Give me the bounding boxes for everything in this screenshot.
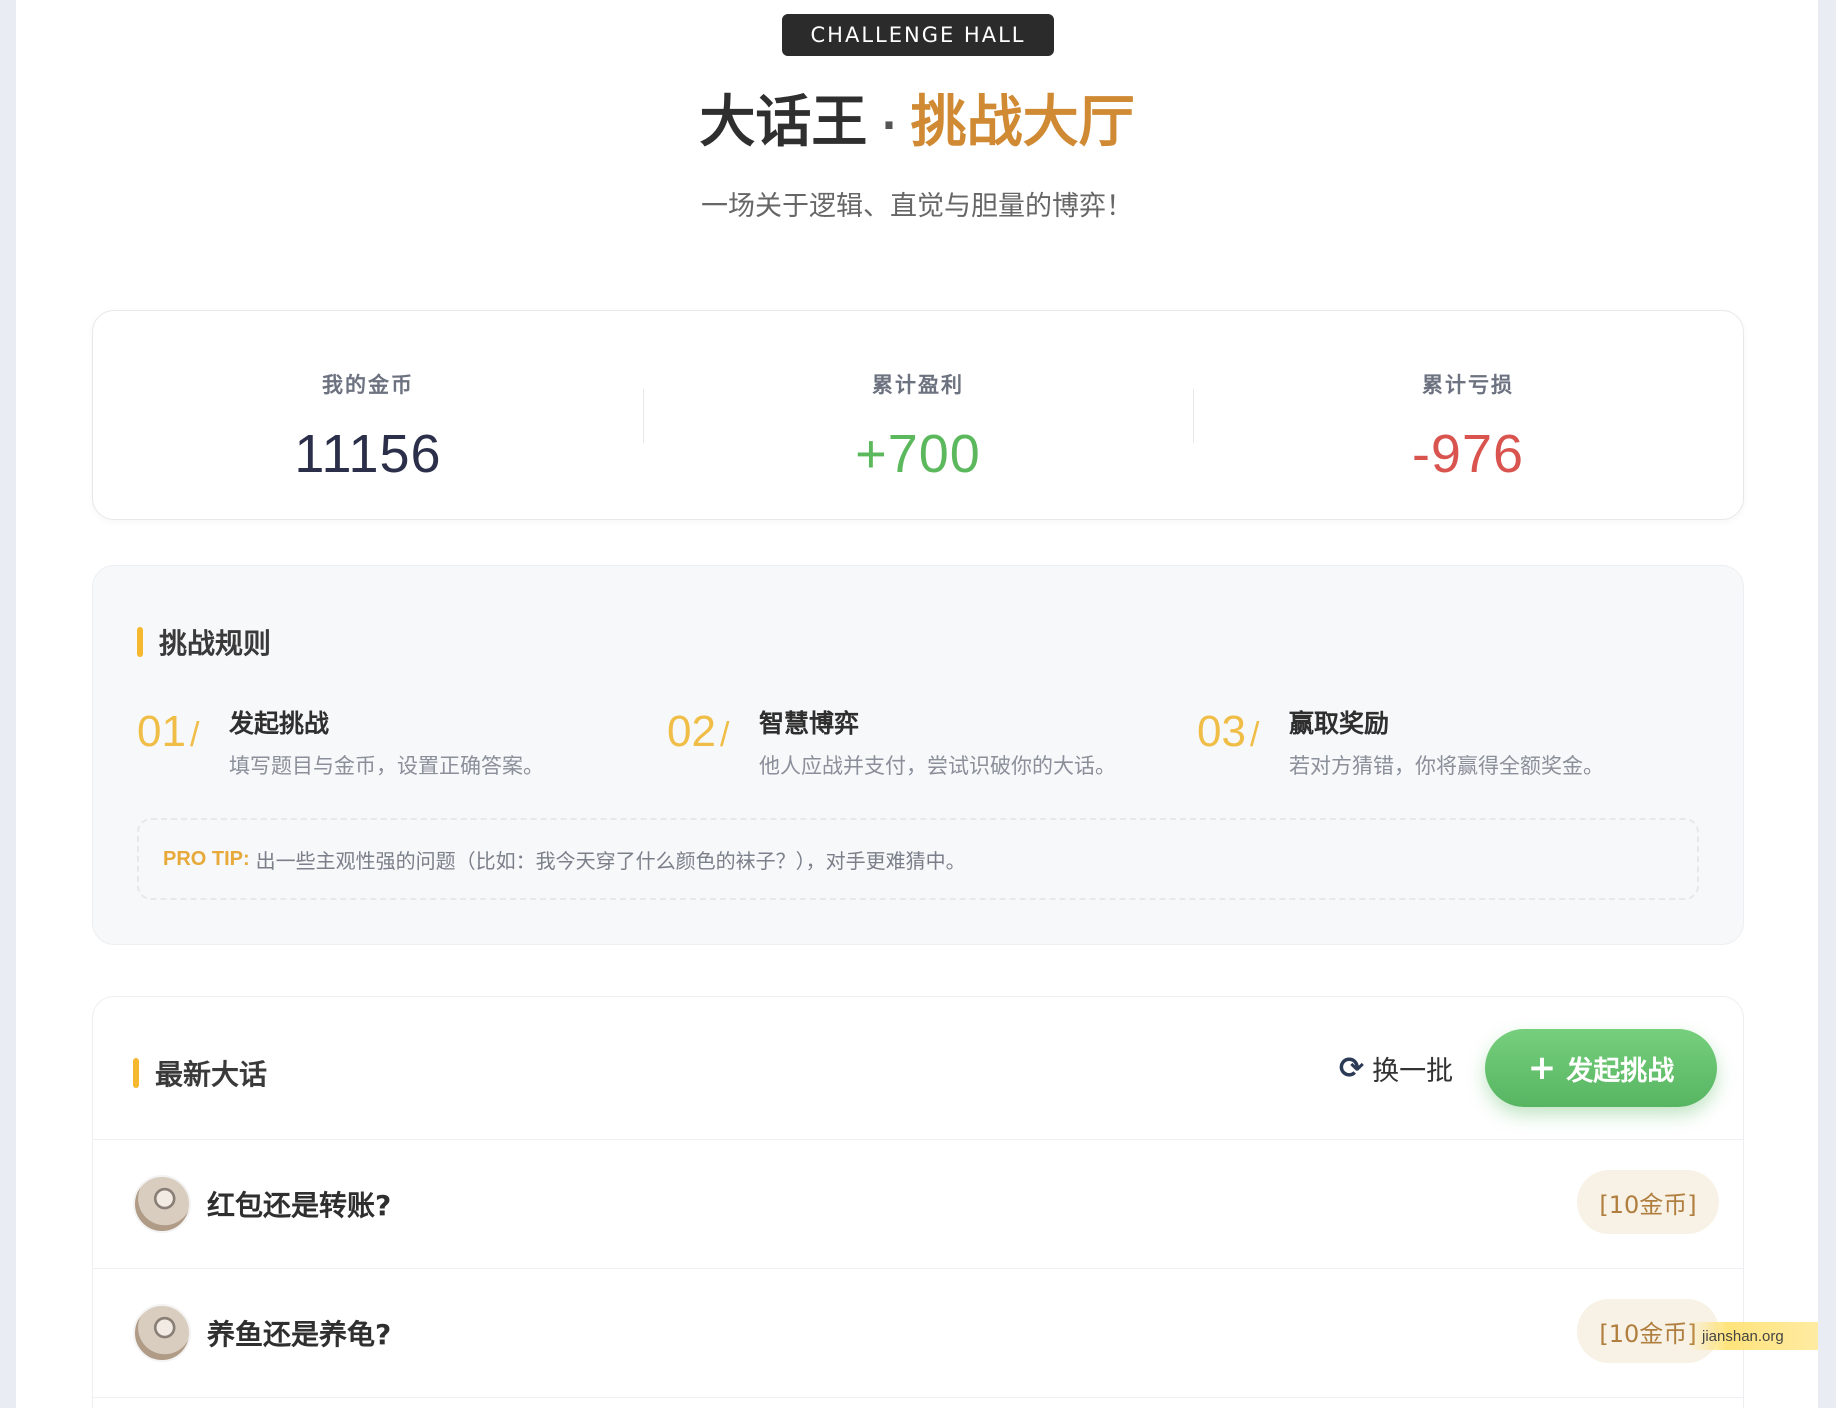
rule-title: 赢取奖励 (1289, 709, 1390, 738)
rule-title: 智慧博弈 (759, 709, 860, 738)
list-item[interactable]: 养鱼还是养龟? [10金币] (93, 1269, 1743, 1397)
list-item[interactable]: 红包还是转账? [10金币] (93, 1140, 1743, 1268)
pro-tip-text: 出一些主观性强的问题（比如：我今天穿了什么颜色的袜子？），对手更难猜中。 (255, 848, 966, 873)
latest-header: 最新大话 (133, 1053, 267, 1093)
page-subtitle: 一场关于逻辑、直觉与胆量的博弈！ (701, 191, 1133, 222)
item-title: 红包还是转账? (207, 1189, 392, 1222)
rule-item: 03/ 赢取奖励 若对方猜错，你将赢得全额奖金。 (1197, 706, 1604, 780)
pro-tip-box: PRO TIP: 出一些主观性强的问题（比如：我今天穿了什么颜色的袜子？），对手… (137, 818, 1699, 900)
refresh-icon: ⟳ (1339, 1051, 1365, 1086)
rules-title: 挑战规则 (159, 627, 272, 660)
rule-title: 发起挑战 (229, 709, 330, 738)
avatar (133, 1304, 191, 1362)
rule-slash: / (1249, 716, 1260, 754)
stat-label: 累计盈利 (872, 373, 964, 397)
rule-number: 02 (667, 707, 716, 756)
stat-value: +700 (855, 424, 981, 484)
page: CHALLENGE HALL 大话王 · 挑战大厅 一场关于逻辑、直觉与胆量的博弈！… (16, 0, 1818, 1408)
section-accent-bar (137, 627, 143, 657)
stats-card: 我的金币 11156 累计盈利 +700 累计亏损 -976 (92, 310, 1744, 520)
stat-loss: 累计亏损 -976 (1193, 311, 1743, 519)
rule-description: 他人应战并支付，尝试识破你的大话。 (759, 754, 1116, 778)
stat-value: 11156 (294, 424, 442, 484)
rule-description: 若对方猜错，你将赢得全额奖金。 (1289, 754, 1604, 778)
rule-description: 填写题目与金币，设置正确答案。 (229, 754, 544, 778)
rule-slash: / (719, 716, 730, 754)
latest-title: 最新大话 (155, 1058, 268, 1091)
title-dot: · (881, 102, 897, 149)
latest-card: 最新大话 ⟳ 换一批 + 发起挑战 红包还是转账? [10金币] 养鱼还是养龟?… (92, 996, 1744, 1408)
challenge-hall-badge: CHALLENGE HALL (782, 14, 1054, 56)
rule-item: 02/ 智慧博弈 他人应战并支付，尝试识破你的大话。 (667, 706, 1116, 780)
rule-slash: / (189, 716, 200, 754)
stat-value: -976 (1411, 424, 1525, 484)
section-accent-bar (133, 1058, 139, 1088)
stat-label: 我的金币 (322, 373, 414, 397)
launch-challenge-button[interactable]: + 发起挑战 (1485, 1029, 1717, 1107)
stat-profit: 累计盈利 +700 (643, 311, 1193, 519)
stat-coins: 我的金币 11156 (93, 311, 643, 519)
refresh-button[interactable]: ⟳ 换一批 (1339, 1049, 1453, 1088)
avatar (133, 1175, 191, 1233)
rules-header: 挑战规则 (137, 622, 271, 662)
title-accent: 挑战大厅 (910, 90, 1135, 155)
item-title: 养鱼还是养龟? (207, 1318, 392, 1351)
launch-label: 发起挑战 (1566, 1055, 1675, 1087)
page-title: 大话王 · 挑战大厅 (16, 88, 1818, 161)
refresh-label: 换一批 (1372, 1056, 1454, 1087)
pro-tip-label: PRO TIP: (163, 847, 250, 870)
plus-icon: + (1527, 1048, 1557, 1088)
title-main: 大话王 (699, 90, 868, 155)
divider (93, 1397, 1743, 1398)
rule-number: 03 (1197, 707, 1246, 756)
rules-card: 挑战规则 01/ 发起挑战 填写题目与金币，设置正确答案。 02/ 智慧博弈 他… (92, 565, 1744, 945)
stat-label: 累计亏损 (1422, 373, 1514, 397)
rule-number: 01 (137, 707, 186, 756)
coin-badge: [10金币] (1577, 1170, 1719, 1234)
watermark: jianshan.org (1688, 1322, 1818, 1350)
rule-item: 01/ 发起挑战 填写题目与金币，设置正确答案。 (137, 706, 544, 780)
